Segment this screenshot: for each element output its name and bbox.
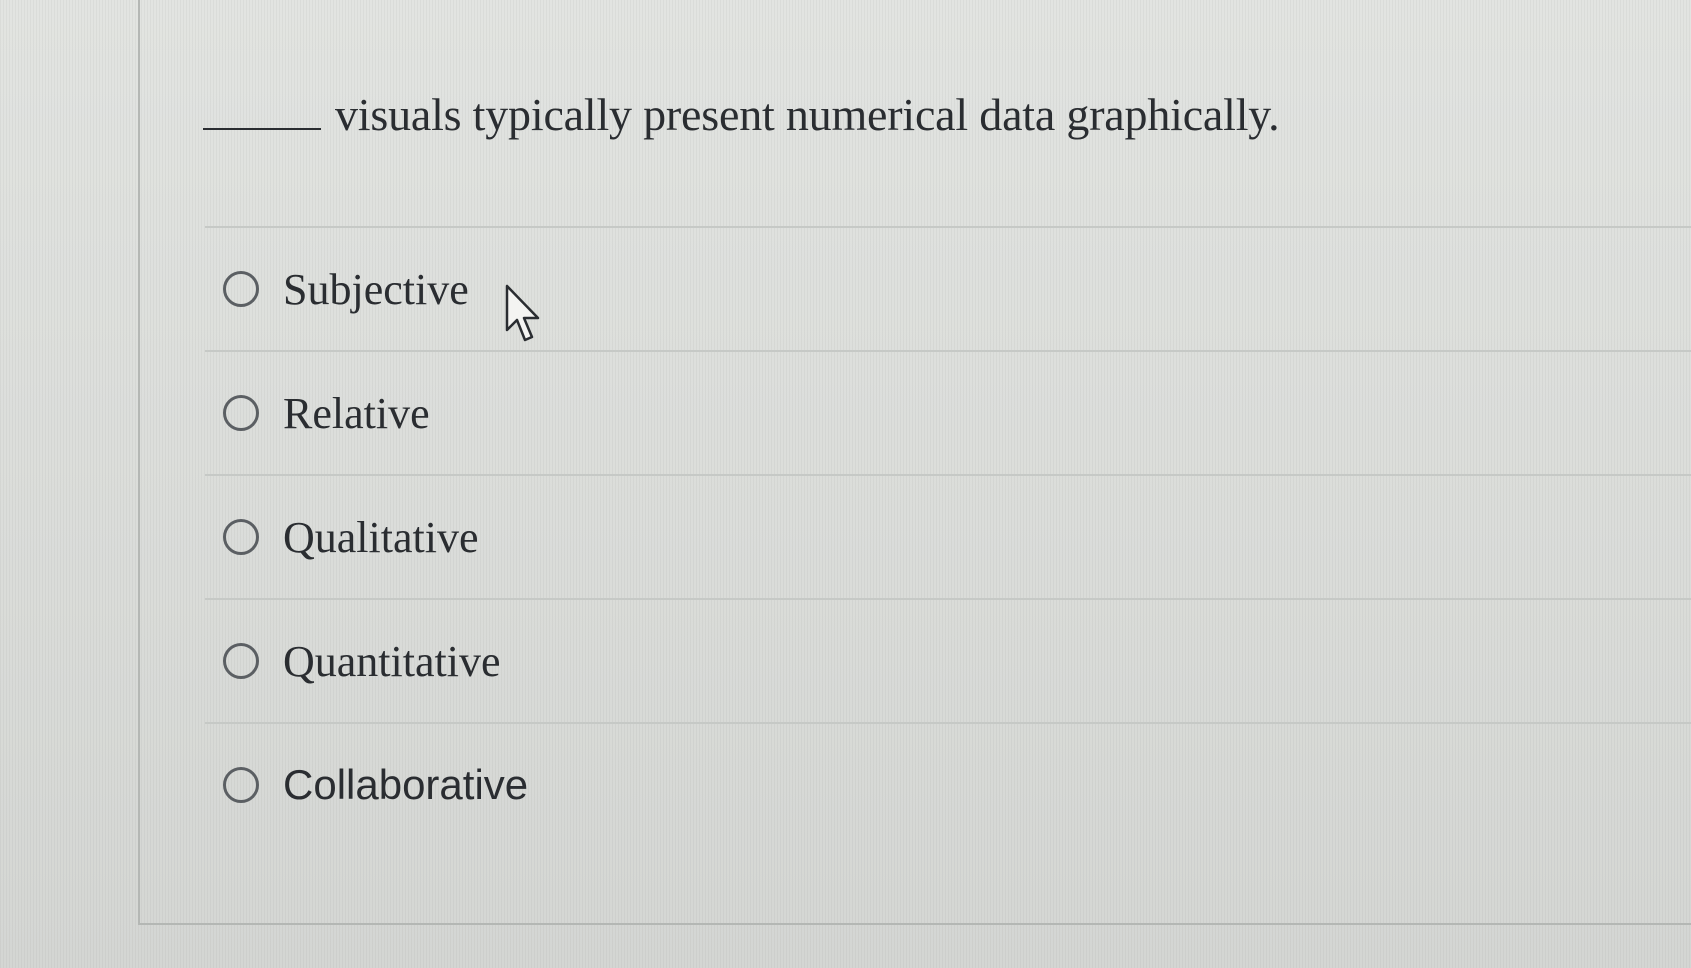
option-label: Quantitative [283, 636, 501, 686]
answer-options: Subjective Relative Qualitative Quantita… [205, 226, 1691, 846]
mouse-pointer-icon [505, 284, 540, 342]
option-quantitative[interactable]: Quantitative [205, 598, 1691, 722]
radio-unselected-icon[interactable] [223, 271, 259, 307]
option-label: Relative [283, 388, 430, 438]
option-label: Qualitative [283, 512, 479, 562]
question-text: visuals typically present numerical data… [335, 89, 1280, 140]
option-subjective[interactable]: Subjective [205, 226, 1691, 350]
option-qualitative[interactable]: Qualitative [205, 474, 1691, 598]
quiz-page: visuals typically present numerical data… [0, 0, 1691, 968]
question-prompt: visuals typically present numerical data… [203, 88, 1280, 141]
fill-in-blank [203, 92, 321, 130]
option-label: Subjective [283, 264, 469, 314]
option-collaborative[interactable]: Collaborative [205, 722, 1691, 846]
radio-unselected-icon[interactable] [223, 767, 259, 803]
radio-unselected-icon[interactable] [223, 519, 259, 555]
radio-unselected-icon[interactable] [223, 643, 259, 679]
option-label: Collaborative [283, 761, 529, 808]
option-relative[interactable]: Relative [205, 350, 1691, 474]
radio-unselected-icon[interactable] [223, 395, 259, 431]
